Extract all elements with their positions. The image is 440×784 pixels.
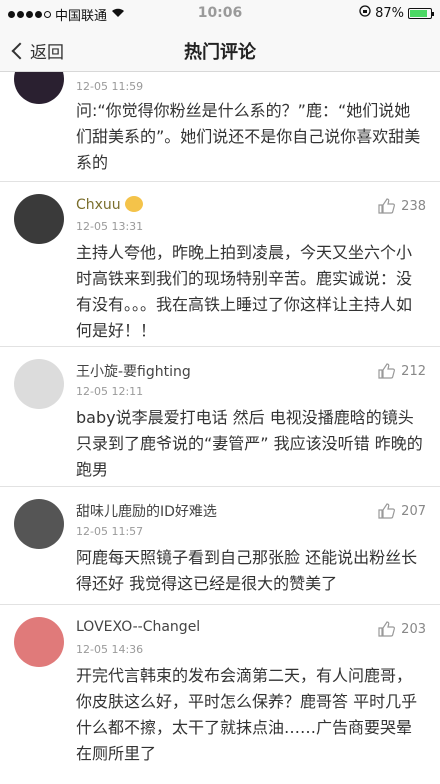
username[interactable]: 甜味儿鹿励的ID好难选 xyxy=(76,501,217,521)
comment-time: 12-05 14:36 xyxy=(76,643,144,656)
comment-text: 主持人夸他，昨晚上拍到凌晨，今天又坐六个小时高铁来到我们的现场特别辛苦。鹿实诚说… xyxy=(76,243,413,340)
like-button[interactable]: 238 xyxy=(377,198,426,214)
thumbs-up-icon xyxy=(378,621,396,637)
comment-item: 甜味儿鹿励的ID好难选 12-05 11:57 207 阿鹿每天照镜子看到自己那… xyxy=(0,487,440,605)
battery-percent: 87% xyxy=(375,5,404,21)
battery-icon xyxy=(408,7,434,19)
comment-text: 阿鹿每天照镜子看到自己那张脸 还能说出粉丝长得还好 我觉得这已经是很大的赞美了 xyxy=(76,548,418,593)
status-right: 87% xyxy=(359,5,434,21)
comment-time: 12-05 12:11 xyxy=(76,385,144,398)
avatar[interactable] xyxy=(14,499,64,549)
like-button[interactable]: 207 xyxy=(377,503,426,519)
avatar[interactable] xyxy=(14,359,64,409)
avatar[interactable] xyxy=(14,617,64,667)
status-bar: 中国联通 10:06 87% xyxy=(0,0,440,26)
like-count: 238 xyxy=(401,198,426,214)
avatar[interactable] xyxy=(14,72,64,104)
like-button[interactable]: 212 xyxy=(377,363,426,379)
avatar[interactable] xyxy=(14,194,64,244)
username-text: Chxuu xyxy=(76,197,121,213)
like-count: 203 xyxy=(401,621,426,637)
page-title: 热门评论 xyxy=(184,42,256,63)
username[interactable]: 王小旋-要fighting xyxy=(76,361,191,381)
navigation-bar: 返回 热门评论 xyxy=(0,26,440,72)
username[interactable]: LOVEXO--Changel xyxy=(76,619,200,635)
thumbs-up-icon xyxy=(378,503,396,519)
member-badge-icon xyxy=(124,196,143,212)
comment-item: 王小旋-要fighting 12-05 12:11 212 baby说李晨爱打电… xyxy=(0,347,440,487)
username[interactable]: Chxuu xyxy=(76,196,143,213)
rotation-lock-icon xyxy=(359,5,371,21)
comment-time: 12-05 13:31 xyxy=(76,220,144,233)
like-count: 207 xyxy=(401,503,426,519)
comment-item: 12-05 11:59 问:“你觉得你粉丝是什么系的？”鹿：“她们说她们甜美系的… xyxy=(0,72,440,182)
like-count: 212 xyxy=(401,363,426,379)
comment-item: Chxuu 12-05 13:31 238 主持人夸他，昨晚上拍到凌晨，今天又坐… xyxy=(0,182,440,347)
comment-feed[interactable]: 12-05 11:59 问:“你觉得你粉丝是什么系的？”鹿：“她们说她们甜美系的… xyxy=(0,72,440,784)
thumbs-up-icon xyxy=(378,363,396,379)
comment-time: 12-05 11:57 xyxy=(76,525,144,538)
comment-text: 问:“你觉得你粉丝是什么系的？”鹿：“她们说她们甜美系的”。她们说还不是你自己说… xyxy=(76,101,421,172)
thumbs-up-icon xyxy=(378,198,396,214)
like-button[interactable]: 203 xyxy=(377,621,426,637)
comment-text: baby说李晨爱打电话 然后 电视没播鹿晗的镜头 只录到了鹿爷说的“妻管严” 我… xyxy=(76,408,423,479)
comment-item: LOVEXO--Changel 12-05 14:36 203 开完代言韩束的发… xyxy=(0,605,440,784)
comment-text: 开完代言韩束的发布会滴第二天，有人问鹿哥，你皮肤这么好，平时怎么保养？鹿哥答 平… xyxy=(76,666,418,763)
comment-time: 12-05 11:59 xyxy=(76,80,144,93)
